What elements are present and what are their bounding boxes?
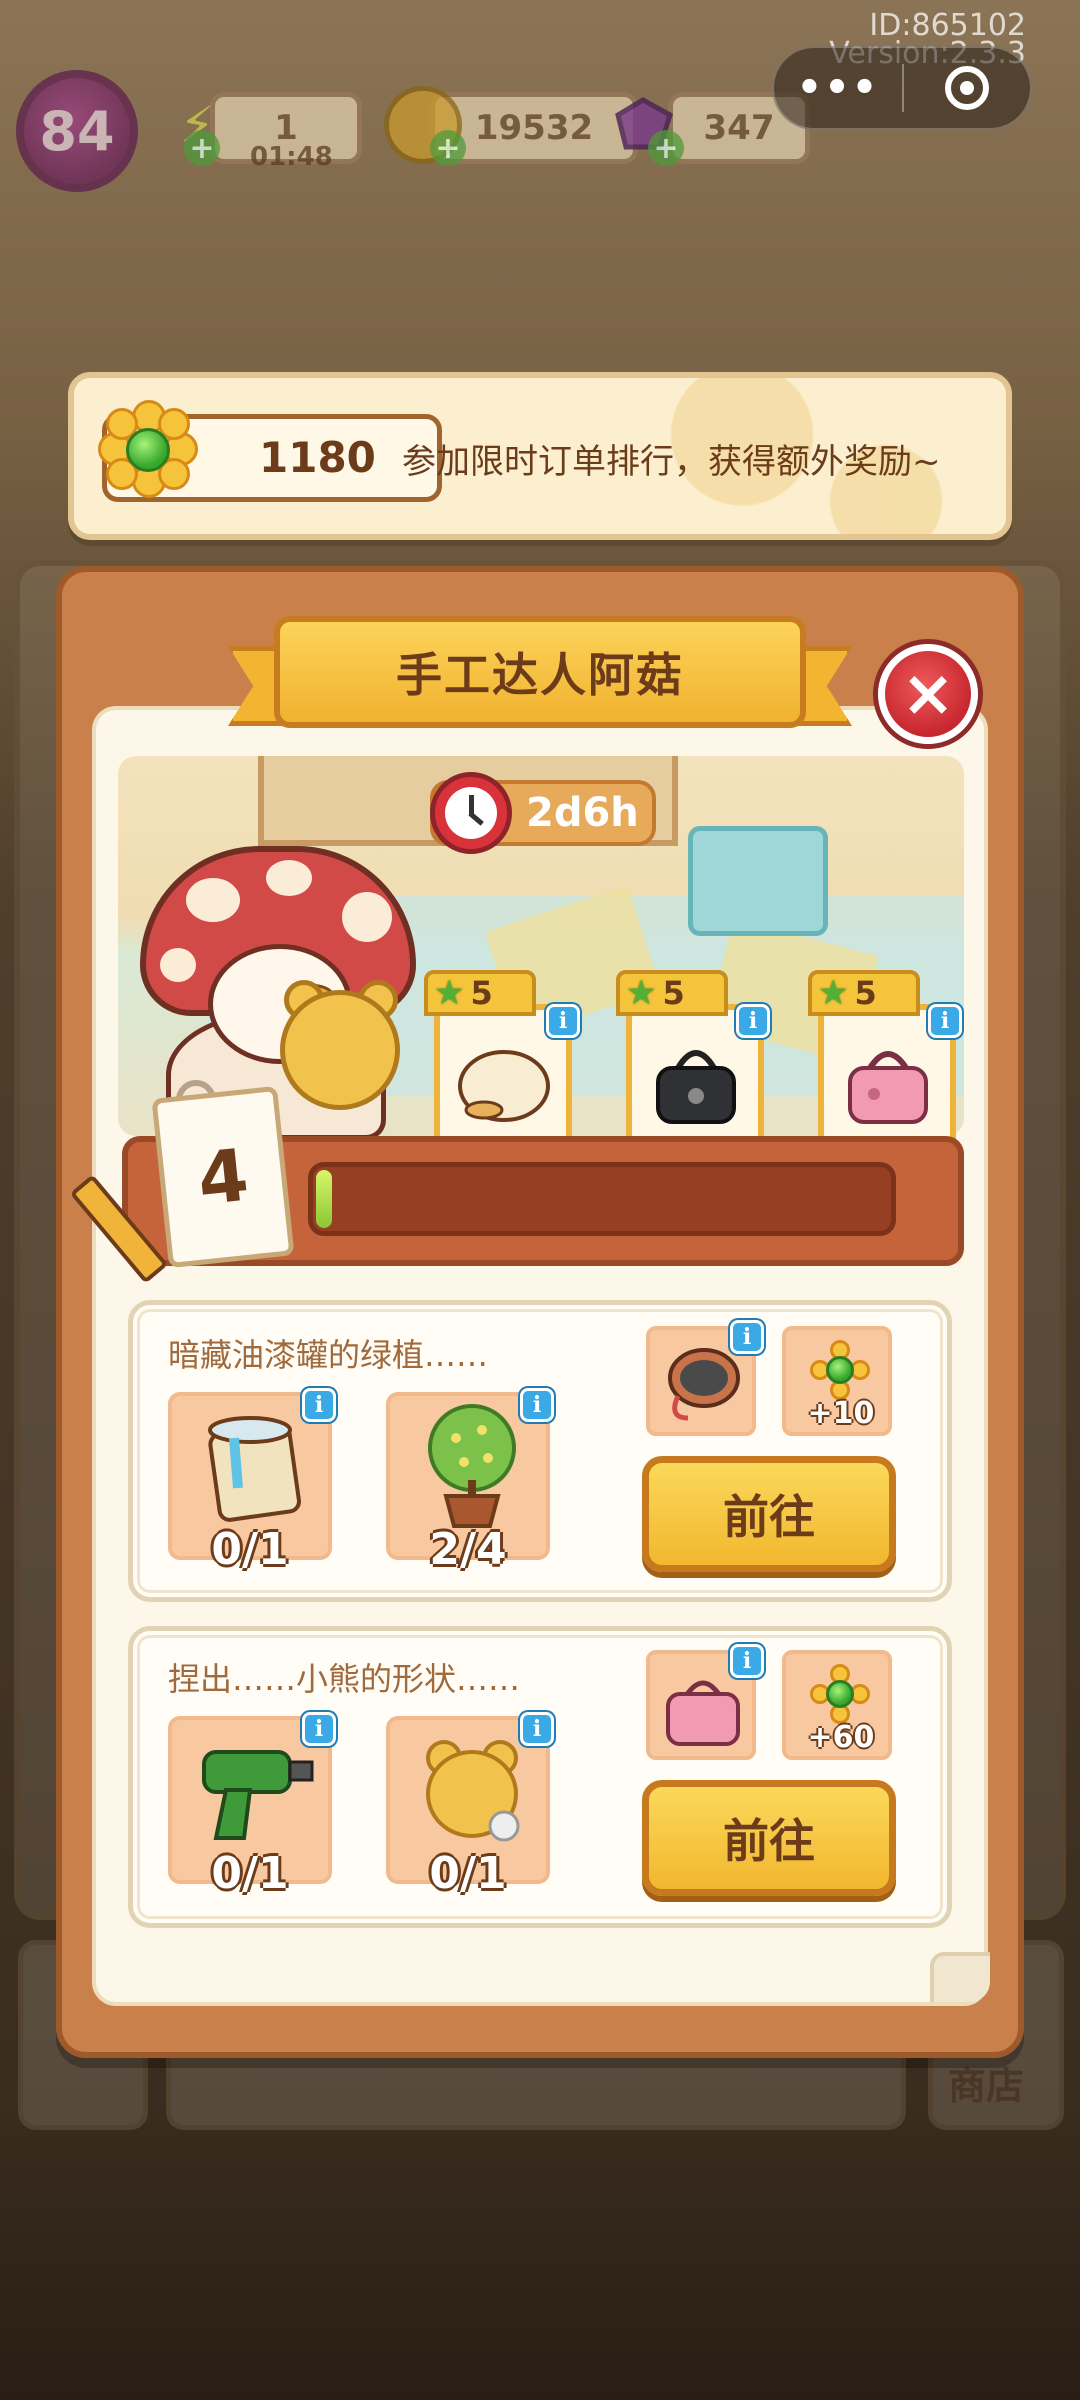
flower-gem-icon — [810, 1340, 870, 1400]
mini-program-capsule: ••• — [772, 46, 1032, 130]
info-icon[interactable]: i — [520, 1712, 554, 1746]
teddy-bear-icon — [426, 1740, 520, 1842]
go-button[interactable]: 前往 — [642, 1456, 896, 1572]
paint-can-icon — [208, 1416, 301, 1522]
title-ribbon: 手工达人阿菇 — [228, 616, 852, 744]
requirement-count: 0/1 — [211, 1848, 289, 1899]
reward-star-count: 5 — [470, 974, 493, 1012]
title-plate: 手工达人阿菇 — [274, 616, 806, 728]
banner-message: 参加限时订单排行，获得额外奖励~ — [402, 442, 941, 482]
add-gems-button[interactable]: + — [648, 130, 684, 166]
power-drill-icon — [202, 1750, 314, 1840]
stage-note: 4 — [151, 1085, 295, 1269]
info-icon[interactable]: i — [302, 1388, 336, 1422]
task-description: 暗藏油漆罐的绿植…… — [168, 1336, 489, 1374]
reward-star-tag: ★ 5 — [424, 970, 536, 1016]
potted-plant-icon — [428, 1404, 516, 1528]
requirement-count: 0/1 — [429, 1848, 507, 1899]
info-icon[interactable]: i — [928, 1004, 962, 1038]
energy-timer: 01:48 — [250, 142, 333, 172]
reward-star-count: 5 — [662, 974, 685, 1012]
black-bag-icon — [656, 1050, 736, 1124]
reward-star-tag: ★ 5 — [808, 970, 920, 1016]
requirement-count: 0/1 — [211, 1524, 289, 1575]
pink-bag-icon — [848, 1051, 928, 1124]
panel-title: 手工达人阿菇 — [396, 648, 684, 702]
more-menu-button[interactable]: ••• — [774, 65, 902, 111]
player-level-badge: 84 — [16, 70, 138, 192]
stage-number: 4 — [193, 1132, 253, 1222]
info-icon[interactable]: i — [302, 1712, 336, 1746]
scene-sewing-basket — [688, 826, 828, 936]
go-button[interactable]: 前往 — [642, 1780, 896, 1896]
close-button[interactable]: × — [878, 644, 978, 744]
info-icon[interactable]: i — [730, 1644, 764, 1678]
event-timer-text: 2d6h — [526, 790, 639, 836]
info-icon[interactable]: i — [546, 1004, 580, 1038]
add-coins-button[interactable]: + — [430, 130, 466, 166]
event-ranking-banner[interactable]: 1180 参加限时订单排行，获得额外奖励~ — [68, 372, 1012, 540]
teddy-bear-toy — [280, 990, 400, 1110]
task-description: 捏出……小熊的形状…… — [168, 1660, 521, 1698]
progress-fill — [316, 1170, 332, 1228]
flower-gem-icon — [98, 400, 198, 500]
flower-gem-icon — [810, 1664, 870, 1724]
event-points-value: 1180 — [259, 433, 376, 482]
target-icon — [944, 66, 989, 110]
task-reward-points: +60 — [782, 1650, 892, 1760]
star-icon: ★ — [818, 973, 849, 1013]
task-reward-points: +10 — [782, 1326, 892, 1436]
star-icon: ★ — [626, 973, 657, 1013]
page-fold-corner — [930, 1952, 990, 2002]
reward-star-count: 5 — [854, 974, 877, 1012]
progress-track — [308, 1162, 896, 1236]
info-icon[interactable]: i — [730, 1320, 764, 1354]
star-icon: ★ — [434, 973, 465, 1013]
exit-mini-program-button[interactable] — [904, 66, 1030, 110]
reward-star-tag: ★ 5 — [616, 970, 728, 1016]
info-icon[interactable]: i — [736, 1004, 770, 1038]
reward-points-text: +60 — [807, 1720, 875, 1755]
requirement-count: 2/4 — [429, 1524, 507, 1575]
add-energy-button[interactable]: + — [184, 130, 220, 166]
clock-icon — [430, 772, 512, 854]
fur-rug-icon — [458, 1050, 550, 1122]
info-icon[interactable]: i — [520, 1388, 554, 1422]
reward-points-text: +10 — [807, 1396, 875, 1431]
